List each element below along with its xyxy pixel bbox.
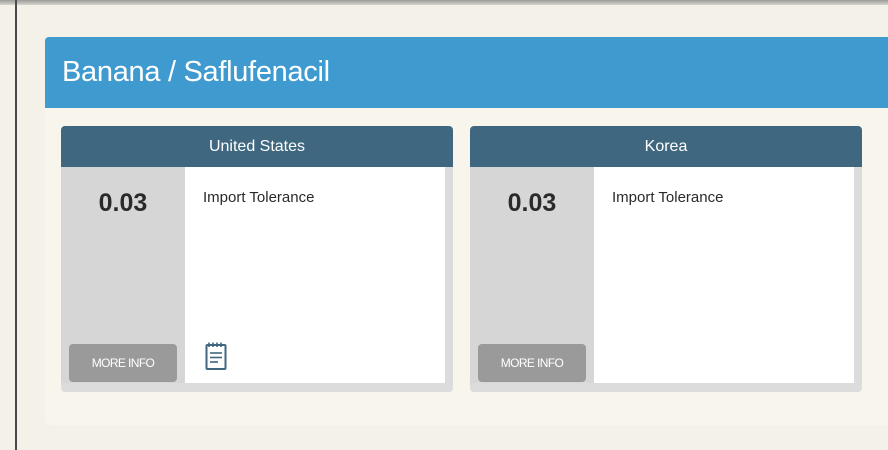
card-body: 0.03 MORE INFO Import Tolerance xyxy=(61,167,453,392)
more-info-button[interactable]: MORE INFO xyxy=(69,344,177,382)
panel-title: Banana / Saflufenacil xyxy=(45,37,888,108)
tolerance-type: Import Tolerance xyxy=(612,189,724,206)
value-column: 0.03 MORE INFO xyxy=(61,167,185,383)
mrl-value: 0.03 xyxy=(98,189,148,217)
value-column: 0.03 MORE INFO xyxy=(470,167,594,383)
card-country-name: Korea xyxy=(470,126,862,167)
more-info-button[interactable]: MORE INFO xyxy=(478,344,586,382)
text-column: Import Tolerance xyxy=(594,167,854,383)
text-column: Import Tolerance xyxy=(185,167,445,383)
tolerance-type: Import Tolerance xyxy=(203,189,315,206)
card-country-name: United States xyxy=(61,126,453,167)
mrl-value: 0.03 xyxy=(507,189,557,217)
notepad-icon[interactable] xyxy=(205,341,227,371)
country-card-united-states: United States 0.03 MORE INFO Import Tole… xyxy=(61,126,453,392)
mrl-panel: Banana / Saflufenacil United States 0.03… xyxy=(45,37,888,425)
card-body: 0.03 MORE INFO Import Tolerance xyxy=(470,167,862,392)
left-border xyxy=(15,0,17,450)
country-card-korea: Korea 0.03 MORE INFO Import Tolerance xyxy=(470,126,862,392)
top-shadow xyxy=(0,0,888,5)
